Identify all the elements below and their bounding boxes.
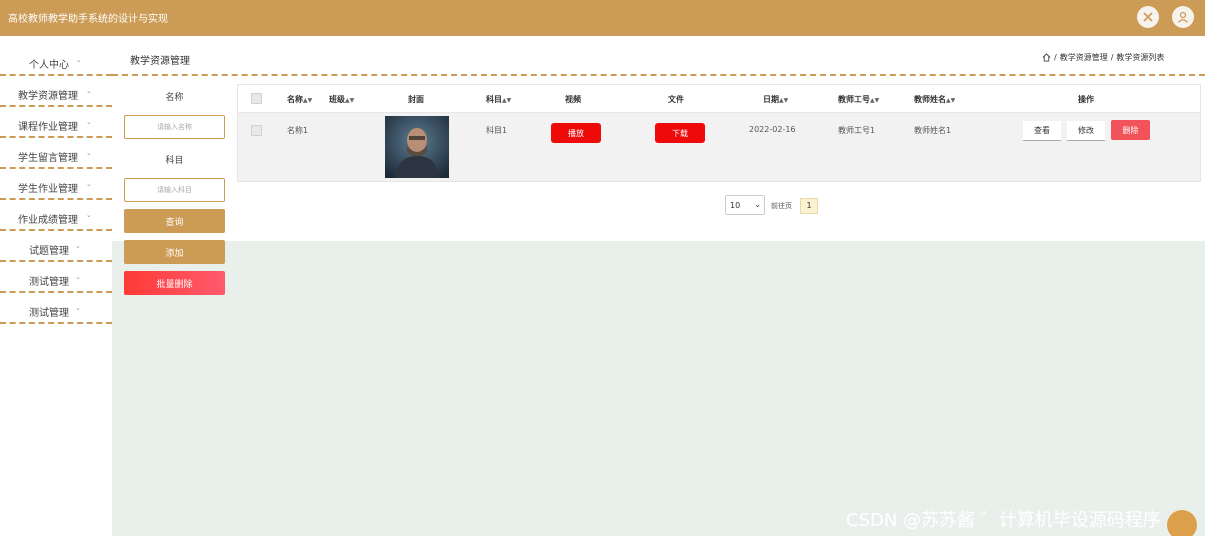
play-video-button[interactable]: 播放 xyxy=(551,123,601,143)
sidebar-item-label: 教学资源管理 xyxy=(18,91,78,102)
cell-teacher-name: 教师姓名1 xyxy=(914,126,952,135)
sidebar-item-questions[interactable]: 试题管理 ⌄ xyxy=(0,232,112,262)
sort-icon: ▲▼ xyxy=(779,97,789,104)
sort-icon: ▲▼ xyxy=(870,97,880,104)
sidebar-item-label: 学生留言管理 xyxy=(18,153,78,164)
name-label: 名称 xyxy=(165,93,184,103)
sidebar-item-tests-2[interactable]: 测试管理 ⌄ xyxy=(0,294,112,324)
sort-icon: ▲▼ xyxy=(303,97,313,104)
goto-page-label: 前往页 xyxy=(771,202,792,210)
sidebar-item-student-messages[interactable]: 学生留言管理 ⌄ xyxy=(0,139,112,169)
query-button[interactable]: 查询 xyxy=(124,209,225,233)
close-circle-icon xyxy=(1143,12,1153,22)
chevron-down-icon: ⌄ xyxy=(75,273,81,281)
column-header-subject[interactable]: 科目▲▼ xyxy=(486,94,511,105)
breadcrumb: / 教学资源管理 / 教学资源列表 xyxy=(1042,52,1164,63)
sidebar-item-label: 个人中心 xyxy=(29,60,69,71)
chevron-down-icon: ⌄ xyxy=(76,56,82,64)
user-icon xyxy=(1177,11,1189,23)
cell-teacher-id: 教师工号1 xyxy=(838,126,876,135)
column-header-class[interactable]: 班级▲▼ xyxy=(329,94,354,105)
fullscreen-button[interactable] xyxy=(1137,6,1159,28)
back-to-top-button[interactable] xyxy=(1167,510,1197,536)
cell-date: 2022-02-16 xyxy=(749,125,796,134)
sidebar-item-label: 作业成绩管理 xyxy=(18,215,78,226)
column-header-label: 名称 xyxy=(287,95,303,104)
select-all-checkbox[interactable] xyxy=(251,93,262,104)
breadcrumb-separator: / xyxy=(1110,53,1114,62)
page-size-select[interactable]: 10 ⌄ xyxy=(725,195,765,215)
delete-button[interactable]: 删除 xyxy=(1111,120,1150,140)
page-number-current[interactable]: 1 xyxy=(800,198,818,214)
table-header: 名称▲▼ 班级▲▼ 封面 科目▲▼ 视频 文件 日期▲▼ 教师工号▲▼ 教师姓名… xyxy=(238,85,1200,113)
sidebar-item-student-homework[interactable]: 学生作业管理 ⌄ xyxy=(0,170,112,200)
sidebar-item-course-homework[interactable]: 课程作业管理 ⌄ xyxy=(0,108,112,138)
batch-delete-button[interactable]: 批量删除 xyxy=(124,271,225,295)
sort-icon: ▲▼ xyxy=(345,97,355,104)
chevron-down-icon: ⌄ xyxy=(86,149,92,157)
chevron-down-icon: ⌄ xyxy=(75,304,81,312)
page-size-value: 10 xyxy=(730,201,741,210)
breadcrumb-separator: / xyxy=(1054,53,1057,62)
chevron-down-icon: ⌄ xyxy=(86,211,92,219)
cell-subject: 科目1 xyxy=(486,126,508,135)
row-checkbox[interactable] xyxy=(251,125,262,136)
column-header-teacher-id[interactable]: 教师工号▲▼ xyxy=(838,94,879,105)
app-title: 高校教师教学助手系统的设计与实现 xyxy=(8,14,168,25)
page-title: 教学资源管理 xyxy=(130,56,190,67)
cell-name: 名称1 xyxy=(287,126,309,135)
sort-icon: ▲▼ xyxy=(946,97,956,104)
sort-icon: ▲▼ xyxy=(502,97,512,104)
chevron-down-icon: ⌄ xyxy=(86,118,92,126)
chevron-down-icon: ⌄ xyxy=(86,87,92,95)
column-header-cover: 封面 xyxy=(408,95,424,104)
sidebar-item-label: 试题管理 xyxy=(29,246,69,257)
chevron-down-icon: ⌄ xyxy=(754,200,761,209)
column-header-video: 视频 xyxy=(565,95,581,104)
top-header: 高校教师教学助手系统的设计与实现 xyxy=(0,0,1205,36)
sidebar-item-label: 学生作业管理 xyxy=(18,184,78,195)
breadcrumb-item-resources[interactable]: 教学资源管理 xyxy=(1060,52,1108,63)
column-header-label: 日期 xyxy=(763,95,779,104)
add-button[interactable]: 添加 xyxy=(124,240,225,264)
table-row: 名称1 科目1 播放 下载 2022-02-16 教师工号1 教师姓名1 查看 … xyxy=(238,113,1200,181)
subject-label: 科目 xyxy=(165,156,184,166)
name-search-input[interactable] xyxy=(124,115,225,139)
sidebar-item-teaching-resources[interactable]: 教学资源管理 ⌄ xyxy=(0,77,112,107)
sidebar-item-label: 测试管理 xyxy=(29,308,69,319)
column-header-label: 教师工号 xyxy=(838,95,870,104)
column-header-label: 教师姓名 xyxy=(914,95,946,104)
cover-image xyxy=(385,116,449,178)
sidebar-item-label: 测试管理 xyxy=(29,277,69,288)
sidebar-item-profile[interactable]: 个人中心 ⌄ xyxy=(0,46,112,76)
home-icon[interactable] xyxy=(1042,53,1051,62)
column-header-date[interactable]: 日期▲▼ xyxy=(763,94,788,105)
cover-thumbnail xyxy=(385,116,449,178)
sidebar: 个人中心 ⌄ 教学资源管理 ⌄ 课程作业管理 ⌄ 学生留言管理 ⌄ 学生作业管理… xyxy=(0,36,112,536)
watermark-text: CSDN @苏苏酱 ゛计算机毕设源码程序 xyxy=(846,510,1161,531)
resources-table: 名称▲▼ 班级▲▼ 封面 科目▲▼ 视频 文件 日期▲▼ 教师工号▲▼ 教师姓名… xyxy=(237,84,1201,182)
title-divider xyxy=(112,74,1205,76)
sidebar-item-label: 课程作业管理 xyxy=(18,122,78,133)
column-header-teacher-name[interactable]: 教师姓名▲▼ xyxy=(914,94,955,105)
column-header-name[interactable]: 名称▲▼ xyxy=(287,94,312,105)
chevron-down-icon: ⌄ xyxy=(86,180,92,188)
column-header-label: 班级 xyxy=(329,95,345,104)
column-header-file: 文件 xyxy=(668,95,684,104)
sidebar-item-homework-grades[interactable]: 作业成绩管理 ⌄ xyxy=(0,201,112,231)
sidebar-item-tests[interactable]: 测试管理 ⌄ xyxy=(0,263,112,293)
subject-search-input[interactable] xyxy=(124,178,225,202)
chevron-down-icon: ⌄ xyxy=(75,242,81,250)
download-file-button[interactable]: 下载 xyxy=(655,123,705,143)
column-header-actions: 操作 xyxy=(1078,95,1094,104)
user-button[interactable] xyxy=(1172,6,1194,28)
edit-button[interactable]: 修改 xyxy=(1067,121,1105,141)
breadcrumb-item-list: 教学资源列表 xyxy=(1116,53,1165,62)
view-button[interactable]: 查看 xyxy=(1023,121,1061,141)
column-header-label: 科目 xyxy=(486,95,502,104)
